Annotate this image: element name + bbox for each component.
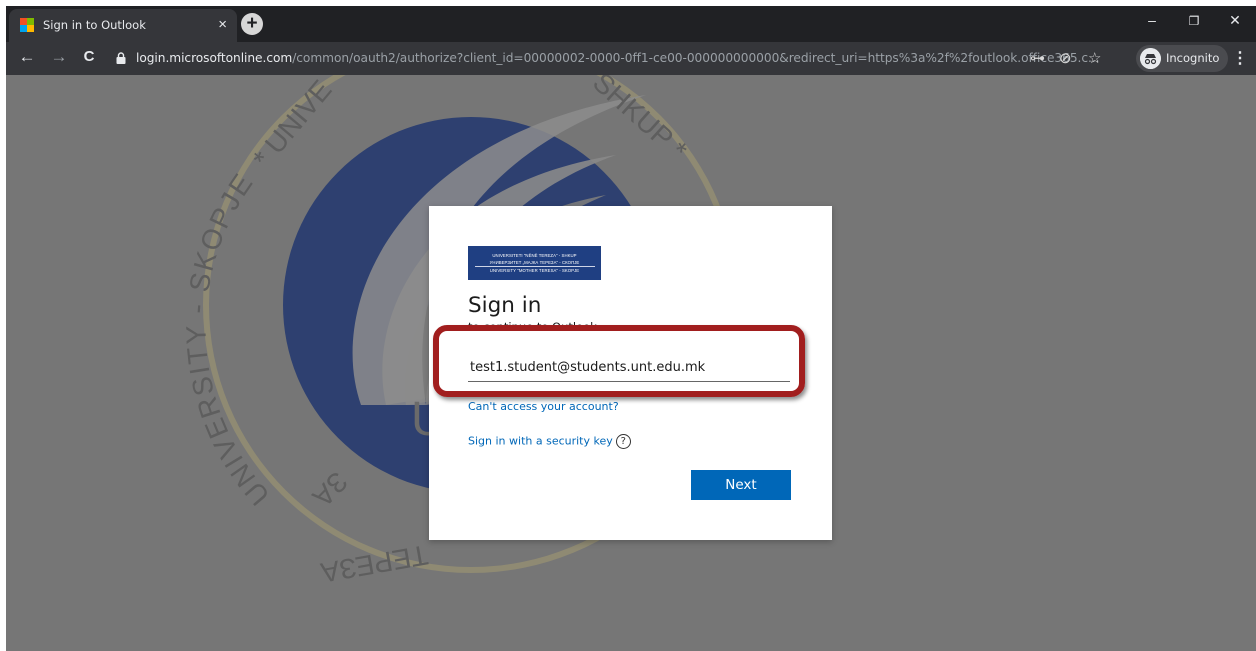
university-logo: UNIVERSITETI "NËNË TEREZA" - SHKUP УНИВЕ… (468, 246, 601, 280)
new-tab-button[interactable]: + (241, 13, 263, 35)
next-button[interactable]: Next (691, 470, 791, 500)
url-host: login.microsoftonline.com (136, 51, 293, 65)
tab-close-icon[interactable]: × (218, 16, 227, 33)
security-key-link[interactable]: Sign in with a security key? (468, 434, 631, 449)
reload-button[interactable]: C (78, 48, 100, 65)
minimize-button[interactable]: – (1137, 12, 1167, 28)
key-icon[interactable]: ⊶ (1030, 49, 1045, 67)
incognito-icon (1140, 48, 1161, 69)
logo-line-2: УНИВЕРЗИТЕТ „МАЈКА ТЕРЕЗА" - СКОПЈЕ (489, 260, 580, 265)
help-icon[interactable]: ? (615, 434, 631, 449)
menu-icon[interactable]: ⋮ (1232, 48, 1248, 68)
cant-access-account-link[interactable]: Can't access your account? (468, 400, 619, 413)
eye-off-icon[interactable]: ⊘ (1059, 49, 1072, 67)
url-text: login.microsoftonline.com/common/oauth2/… (136, 51, 1100, 65)
close-window-button[interactable]: ✕ (1220, 12, 1250, 29)
logo-line-1: UNIVERSITETI "NËNË TEREZA" - SHKUP (492, 253, 577, 258)
url-path: /common/oauth2/authorize?client_id=00000… (292, 51, 1100, 65)
forward-button[interactable]: → (48, 47, 70, 67)
tab-strip: Sign in to Outlook × + – ❐ ✕ (6, 6, 1256, 42)
lock-icon (116, 52, 126, 64)
incognito-badge[interactable]: Incognito (1136, 45, 1228, 72)
microsoft-logo-icon (20, 18, 34, 32)
back-button[interactable]: ← (16, 47, 38, 67)
address-bar[interactable]: login.microsoftonline.com/common/oauth2/… (110, 45, 1124, 72)
incognito-label: Incognito (1166, 51, 1220, 65)
star-icon[interactable]: ☆ (1088, 49, 1101, 67)
restore-button[interactable]: ❐ (1179, 14, 1209, 28)
page-title: Sign in (468, 293, 542, 318)
logo-line-3: UNIVERSITY "MOTHER TERESA" - SKOPJE (489, 268, 580, 273)
toolbar: ← → C login.microsoftonline.com/common/o… (6, 42, 1256, 75)
security-key-label: Sign in with a security key (468, 434, 613, 448)
email-highlight-annotation (433, 325, 805, 397)
tab-sign-in-outlook[interactable]: Sign in to Outlook × (9, 9, 237, 42)
tab-title: Sign in to Outlook (43, 18, 146, 32)
